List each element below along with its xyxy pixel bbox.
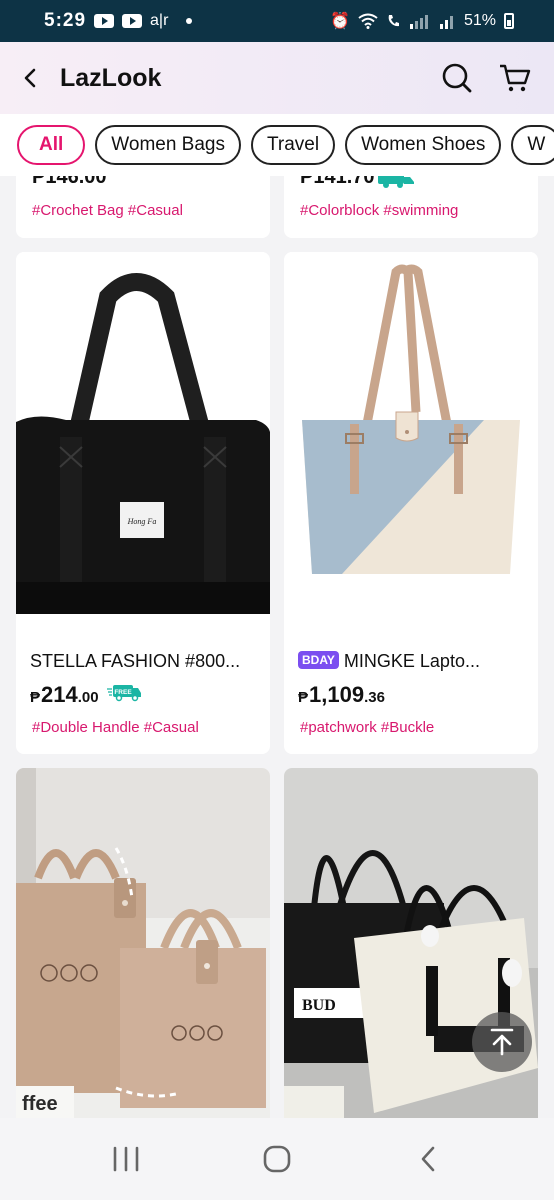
youtube-notification-icon — [94, 14, 115, 28]
product-image-black-tote: Hong Fa — [16, 252, 270, 632]
product-tags: #Crochet Bag #Casual — [32, 202, 183, 219]
search-button[interactable] — [428, 42, 486, 114]
product-price: ₱ 214 .00 FREE — [30, 682, 143, 708]
free-shipping-icon: FREE — [106, 685, 141, 702]
product-card-2[interactable]: ₱141.70 #Colorblock #swimming — [284, 176, 538, 238]
category-chips: All Women Bags Travel Women Shoes W — [0, 114, 554, 176]
product-name: STELLA FASHION #800... — [30, 651, 241, 671]
product-name: BDAY MINGKE Lapto... — [298, 651, 528, 672]
product-price: ₱ 1,109 .36 — [298, 682, 385, 708]
bday-badge: BDAY — [298, 651, 339, 669]
product-card-1[interactable]: ₱146.00 #Crochet Bag #Casual — [16, 176, 270, 238]
recent-apps-button[interactable] — [96, 1129, 156, 1189]
chip-women-shoes[interactable]: Women Shoes — [345, 125, 502, 165]
search-icon — [442, 63, 472, 93]
signal-icon — [409, 15, 428, 29]
chip-label: Travel — [266, 134, 320, 155]
status-time: 5:29 — [44, 10, 87, 31]
back-chevron-icon — [422, 1146, 435, 1172]
back-arrow-icon — [24, 68, 36, 88]
free-shipping-icon — [378, 176, 414, 188]
arrow-up-icon — [490, 1028, 514, 1056]
battery-percent: 51% — [463, 12, 496, 29]
cart-icon — [500, 64, 531, 92]
header: LazLook — [0, 42, 554, 114]
wifi-icon — [358, 13, 378, 29]
free-label: FREE — [114, 689, 132, 696]
cart-button[interactable] — [486, 42, 544, 114]
image-text-felt: ffee — [22, 1093, 58, 1115]
chip-women-bags[interactable]: Women Bags — [95, 125, 241, 165]
product-card-5[interactable]: ffee — [16, 768, 270, 1118]
product-card-4[interactable]: BDAY MINGKE Lapto... ₱ 1,109 .36 #patchwo… — [284, 252, 538, 754]
product-tags: #Double Handle #Casual — [32, 719, 199, 736]
system-back-button[interactable] — [398, 1129, 458, 1189]
product-price-partial: ₱146.00 — [32, 176, 107, 188]
free-shipping-badge: FREE — [106, 682, 143, 702]
wifi-call-icon — [388, 15, 399, 27]
page-title: LazLook — [60, 63, 162, 92]
image-label-canvas-bag: BUD — [302, 997, 336, 1014]
back-button[interactable] — [0, 42, 60, 114]
currency-symbol: ₱ — [30, 689, 41, 706]
signal-icon-2 — [439, 16, 453, 29]
chip-label: W — [527, 134, 546, 155]
battery-icon — [504, 13, 514, 29]
air-icon: a|r — [150, 12, 169, 29]
chip-all[interactable]: All — [17, 125, 86, 165]
product-price-partial: ₱141.70 — [300, 176, 375, 189]
image-label-black-bag: Hong Fa — [127, 517, 157, 526]
status-bar: 5:29 a|r ⏰ 51% — [0, 0, 554, 42]
product-image-colorblock-tote — [284, 252, 538, 632]
chip-label: All — [39, 134, 64, 155]
product-name-text: MINGKE Lapto... — [343, 651, 480, 671]
chip-label: Women Bags — [111, 134, 225, 155]
product-tags: #Colorblock #swimming — [300, 202, 459, 219]
product-image-felt-bags: ffee — [16, 768, 270, 1118]
home-icon — [263, 1145, 291, 1173]
currency-symbol: ₱ — [298, 689, 309, 706]
notification-dot-icon — [186, 18, 193, 24]
recent-apps-icon — [113, 1146, 138, 1172]
youtube-notification-icon-2 — [122, 14, 143, 28]
product-tags: #patchwork #Buckle — [300, 719, 435, 736]
product-card-3[interactable]: Hong Fa STELLA FASHION #800... ₱ 214 .00… — [16, 252, 270, 754]
chip-travel[interactable]: Travel — [250, 125, 336, 165]
chip-more[interactable]: W — [511, 125, 554, 165]
price-text: ₱141.70 — [300, 176, 375, 188]
alarm-icon: ⏰ — [330, 13, 350, 30]
chip-label: Women Shoes — [361, 134, 486, 155]
price-decimal: .36 — [364, 689, 385, 706]
price-main: 214 — [41, 682, 78, 707]
price-main: 1,109 — [309, 682, 365, 707]
system-nav-bar — [0, 1118, 554, 1200]
home-button[interactable] — [247, 1129, 307, 1189]
scroll-to-top-button[interactable] — [472, 1012, 532, 1072]
price-decimal: .00 — [77, 689, 99, 706]
